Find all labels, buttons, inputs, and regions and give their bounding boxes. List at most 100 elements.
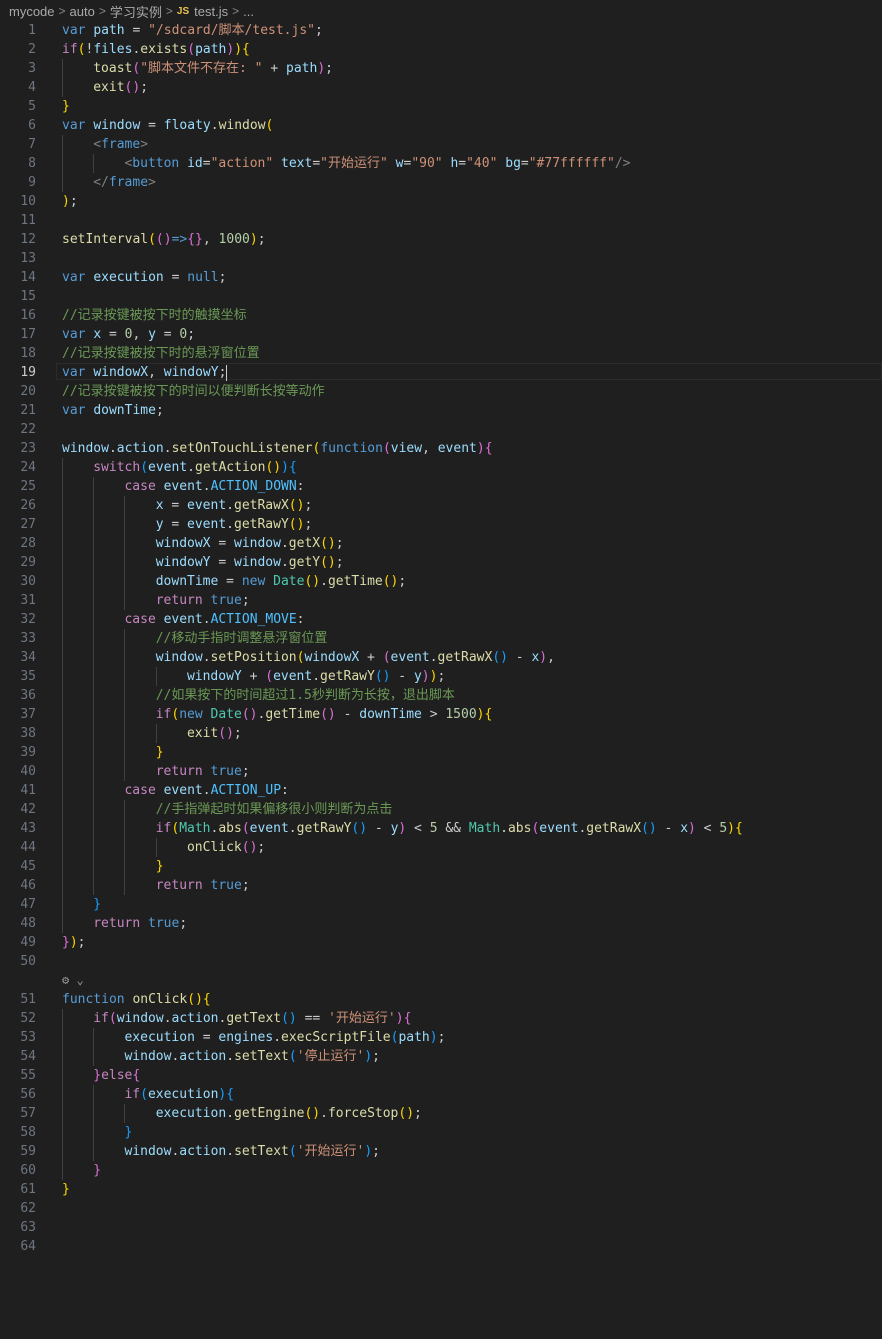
code-line[interactable]: 31 return true; [0, 591, 882, 610]
code-line[interactable]: 62 [0, 1199, 882, 1218]
code-line[interactable]: 14 var execution = null; [0, 268, 882, 287]
breadcrumb: mycode > auto > 学习实例 > JS test.js > ... [0, 0, 882, 22]
code-line[interactable]: 10); [0, 192, 882, 211]
breadcrumb-file[interactable]: test.js [194, 4, 228, 19]
code-line[interactable]: 50 [0, 952, 882, 971]
code-line[interactable]: 28 windowX = window.getX(); [0, 534, 882, 553]
code-line[interactable]: 43 if(Math.abs(event.getRawY() - y) < 5 &… [0, 819, 882, 838]
code-line[interactable]: 44 onClick(); [0, 838, 882, 857]
code-line[interactable]: 8 <button id="action" text="开始运行" w="90" … [0, 154, 882, 173]
code-line[interactable]: 39} [0, 743, 882, 762]
code-line[interactable]: 51 function onClick(){ [0, 990, 882, 1009]
code-text: exit(); [187, 724, 242, 743]
code-line[interactable]: 35 windowY + (event.getRawY() - y)); [0, 667, 882, 686]
code-line[interactable]: 32 case event.ACTION_MOVE: [0, 610, 882, 629]
code-token: ( [187, 42, 196, 57]
code-line[interactable]: 60} [0, 1161, 882, 1180]
indent-guide [62, 1009, 63, 1028]
code-token: '停止运行' [296, 1049, 365, 1064]
code-line[interactable]: 26 x = event.getRawX(); [0, 496, 882, 515]
code-line[interactable]: 9 </frame> [0, 173, 882, 192]
code-line[interactable]: 11 [0, 211, 882, 230]
code-line[interactable]: 24 switch(event.getAction()){ [0, 458, 882, 477]
code-line[interactable]: 17 var x = 0, y = 0; [0, 325, 882, 344]
code-line[interactable]: 33 //移动手指时调整悬浮窗位置 [0, 629, 882, 648]
code-line[interactable]: 19 var windowX, windowY; [0, 363, 882, 382]
code-line[interactable]: 3 toast("脚本文件不存在: " + path); [0, 59, 882, 78]
line-number: 23 [20, 441, 36, 456]
code-token: , [547, 650, 555, 665]
code-line[interactable]: 5} [0, 97, 882, 116]
code-line[interactable]: 40 return true; [0, 762, 882, 781]
indent-guide [124, 705, 126, 724]
codelens-gear-icon[interactable]: ⚙ ⌄ [62, 971, 84, 990]
code-line[interactable]: 48 return true; [0, 914, 882, 933]
code-token: window [93, 118, 141, 133]
code-line[interactable]: 56 if(execution){ [0, 1085, 882, 1104]
code-token: text [281, 156, 313, 171]
breadcrumb-folder-examples[interactable]: 学习实例 [110, 2, 162, 21]
code-token: = [163, 498, 188, 513]
code-line[interactable]: 6 var window = floaty.window( [0, 116, 882, 135]
code-line[interactable]: 27 y = event.getRawY(); [0, 515, 882, 534]
indent-guide [62, 1142, 63, 1161]
code-line[interactable]: 18 //记录按键被按下时的悬浮窗位置 [0, 344, 882, 363]
code-line[interactable]: 23 window.action.setOnTouchListener(funct… [0, 439, 882, 458]
code-line[interactable]: 59 window.action.setText('开始运行'); [0, 1142, 882, 1161]
code-line[interactable]: 42 //手指弹起时如果偏移很小则判断为点击 [0, 800, 882, 819]
code-line[interactable]: 63 [0, 1218, 882, 1237]
code-line[interactable]: 1 var path = "/sdcard/脚本/test.js"; [0, 21, 882, 40]
code-line[interactable]: 29 windowY = window.getY(); [0, 553, 882, 572]
code-line[interactable]: 37 if(new Date().getTime() - downTime > 1… [0, 705, 882, 724]
indent-guide [62, 553, 63, 572]
code-token: getRawY [234, 517, 289, 532]
code-line[interactable]: 64 [0, 1237, 882, 1256]
code-line[interactable]: 57 execution.getEngine().forceStop(); [0, 1104, 882, 1123]
code-token: toast [93, 61, 133, 76]
code-line[interactable]: 55}else{ [0, 1066, 882, 1085]
code-line[interactable]: 61} [0, 1180, 882, 1199]
code-token: ) [727, 821, 735, 836]
code-line[interactable]: 53 execution = engines.execScriptFile(pat… [0, 1028, 882, 1047]
indent-guide [93, 553, 95, 572]
line-number: 57 [20, 1106, 36, 1121]
code-line[interactable]: 38 exit(); [0, 724, 882, 743]
code-line[interactable]: 52 if(window.action.getText() == '开始运行'){ [0, 1009, 882, 1028]
code-token: getRawX [234, 498, 289, 513]
code-line[interactable]: 15 [0, 287, 882, 306]
code-line[interactable]: 20 //记录按键被按下的时间以便判断长按等动作 [0, 382, 882, 401]
code-token: > [140, 137, 149, 152]
code-line[interactable]: 13 [0, 249, 882, 268]
code-token: "90" [411, 156, 443, 171]
code-line[interactable]: 46 return true; [0, 876, 882, 895]
code-line[interactable]: 25 case event.ACTION_DOWN: [0, 477, 882, 496]
code-line[interactable]: 7 <frame> [0, 135, 882, 154]
indent-guide [62, 1104, 63, 1123]
code-line[interactable]: 49}); [0, 933, 882, 952]
breadcrumb-symbols[interactable]: ... [243, 4, 254, 19]
breadcrumb-folder-auto[interactable]: auto [70, 4, 95, 19]
code-line[interactable]: 47} [0, 895, 882, 914]
code-line[interactable]: 2 if(!files.exists(path)){ [0, 40, 882, 59]
code-line[interactable]: 12 setInterval(()=>{}, 1000); [0, 230, 882, 249]
code-token: 1000 [218, 232, 250, 247]
code-line[interactable]: 54 window.action.setText('停止运行'); [0, 1047, 882, 1066]
code-line[interactable]: 36 //如果按下的时间超过1.5秒判断为长按，退出脚本 [0, 686, 882, 705]
code-line[interactable]: 45} [0, 857, 882, 876]
code-line[interactable]: 21 var downTime; [0, 401, 882, 420]
code-token: ; [241, 878, 250, 893]
code-line[interactable]: 4 exit(); [0, 78, 882, 97]
code-line[interactable]: 34 window.setPosition(windowX + (event.ge… [0, 648, 882, 667]
breadcrumb-folder-mycode[interactable]: mycode [9, 4, 55, 19]
code-line[interactable]: 41 case event.ACTION_UP: [0, 781, 882, 800]
code-token: event [437, 441, 477, 456]
code-token: ; [233, 726, 242, 741]
line-number: 26 [20, 498, 36, 513]
code-editor[interactable]: 1 var path = "/sdcard/脚本/test.js"; 2 if(!fi… [0, 21, 882, 1256]
code-line[interactable]: 22 [0, 420, 882, 439]
code-line[interactable]: 30 downTime = new Date().getTime(); [0, 572, 882, 591]
code-line[interactable]: 58} [0, 1123, 882, 1142]
code-text: case event.ACTION_DOWN: [124, 477, 304, 496]
code-line[interactable]: 16 //记录按键被按下时的触摸坐标 [0, 306, 882, 325]
indent-guide [124, 553, 126, 572]
